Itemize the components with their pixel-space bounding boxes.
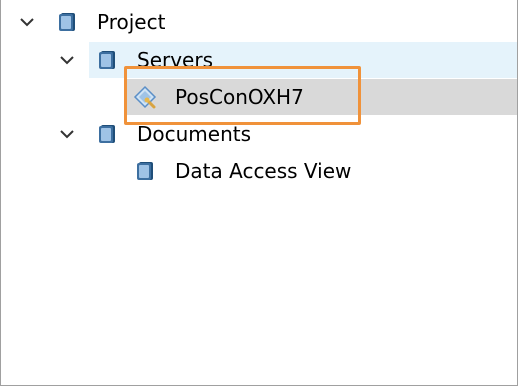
tree-node-label: Data Access View (175, 159, 352, 183)
chevron-down-icon[interactable] (57, 50, 77, 70)
chevron-down-icon[interactable] (17, 12, 37, 32)
chevron-down-icon[interactable] (57, 124, 77, 144)
folder-book-icon (99, 51, 115, 69)
folder-book-icon (137, 162, 153, 180)
tree-node-label: Project (97, 10, 166, 34)
tree-node-label: Documents (137, 122, 252, 146)
tree-node-project[interactable]: Project (1, 4, 517, 40)
project-tree-pane: Project Servers PosConOXH7 Documents Dat… (0, 0, 518, 386)
tree-node-data-access-view[interactable]: Data Access View (1, 153, 517, 189)
folder-book-icon (99, 125, 115, 143)
folder-book-icon (59, 13, 75, 31)
tree-node-documents[interactable]: Documents (1, 116, 517, 152)
